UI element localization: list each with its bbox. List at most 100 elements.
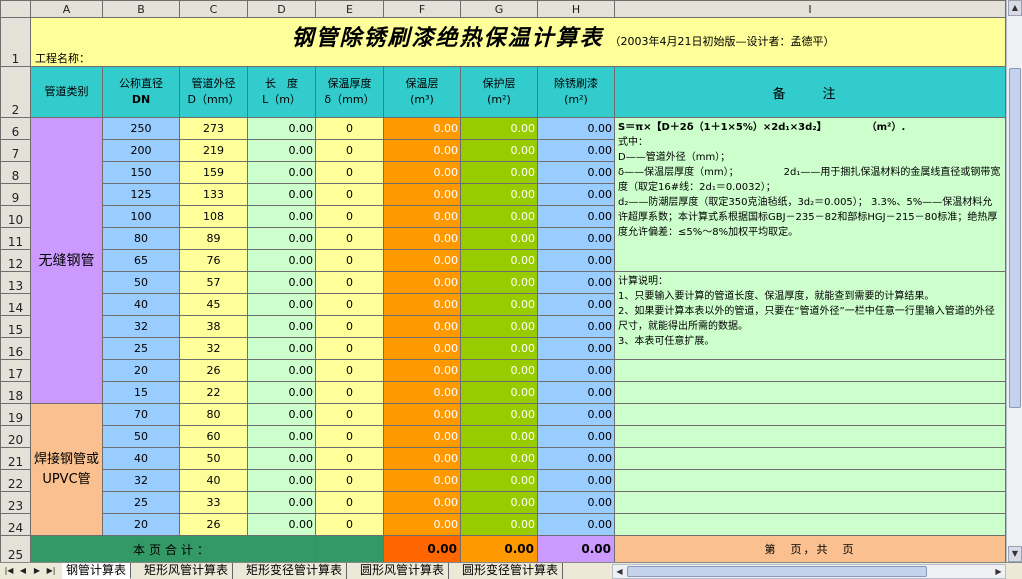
cell-insulation-volume[interactable]: 0.00 — [383, 271, 461, 294]
cell-paint-area[interactable]: 0.00 — [537, 425, 615, 448]
cell-paint-area[interactable]: 0.00 — [537, 381, 615, 404]
row-header[interactable]: 15 — [0, 315, 31, 338]
cell-insulation-volume[interactable]: 0.00 — [383, 359, 461, 382]
cell-remarks[interactable] — [614, 491, 1006, 514]
cell-insulation-volume[interactable]: 0.00 — [383, 227, 461, 250]
row-header[interactable]: 23 — [0, 491, 31, 514]
cell-protective-area[interactable]: 0.00 — [460, 513, 538, 536]
horizontal-scroll-thumb[interactable] — [627, 566, 927, 577]
row-header[interactable]: 11 — [0, 227, 31, 250]
header-remarks[interactable]: 备 注 — [614, 66, 1006, 118]
sheet-tab-round-duct[interactable]: 圆形风管计算表 — [356, 563, 450, 579]
cell-insulation-thickness[interactable]: 0 — [315, 425, 384, 448]
cell-dn[interactable]: 20 — [102, 513, 180, 536]
cell-paint-area[interactable]: 0.00 — [537, 293, 615, 316]
row-header[interactable]: 19 — [0, 403, 31, 426]
sheet-tab-rect-duct[interactable]: 矩形风管计算表 — [140, 563, 234, 579]
cell-outer-diameter[interactable]: 22 — [179, 381, 248, 404]
cell-outer-diameter[interactable]: 80 — [179, 403, 248, 426]
row-header[interactable]: 13 — [0, 271, 31, 294]
cell-outer-diameter[interactable]: 57 — [179, 271, 248, 294]
cell-outer-diameter[interactable]: 45 — [179, 293, 248, 316]
cell-length[interactable]: 0.00 — [247, 513, 316, 536]
cell-protective-area[interactable]: 0.00 — [460, 205, 538, 228]
row-header[interactable]: 18 — [0, 381, 31, 404]
column-header-a[interactable]: A — [30, 0, 103, 18]
remarks-formula-block[interactable]: S＝π×【D＋2δ（1＋1×5%）×2d₁×3d₂】 （m²）. 式中： D——… — [614, 117, 1006, 272]
column-header-c[interactable]: C — [179, 0, 248, 18]
cell-protective-area[interactable]: 0.00 — [460, 161, 538, 184]
header-protective-layer[interactable]: 保护层 (m²) — [460, 66, 538, 118]
cell-insulation-thickness[interactable]: 0 — [315, 271, 384, 294]
cell-length[interactable]: 0.00 — [247, 381, 316, 404]
row-header[interactable]: 22 — [0, 469, 31, 492]
cell-insulation-thickness[interactable]: 0 — [315, 513, 384, 536]
category-seamless-steel[interactable]: 无缝钢管 — [30, 117, 103, 404]
cell-paint-area[interactable]: 0.00 — [537, 469, 615, 492]
column-header-b[interactable]: B — [102, 0, 180, 18]
scroll-up-icon[interactable]: ▲ — [1008, 0, 1022, 16]
page-count[interactable]: 第 页，共 页 — [614, 535, 1006, 562]
cell-insulation-volume[interactable]: 0.00 — [383, 139, 461, 162]
header-od[interactable]: 管道外径 D（mm） — [179, 66, 248, 118]
row-header[interactable]: 2 — [0, 66, 31, 118]
cell-protective-area[interactable]: 0.00 — [460, 491, 538, 514]
cell-outer-diameter[interactable]: 26 — [179, 359, 248, 382]
cell-length[interactable]: 0.00 — [247, 139, 316, 162]
header-dn[interactable]: 公称直径 DN — [102, 66, 180, 118]
remarks-instructions-block[interactable]: 计算说明： 1、只要输入要计算的管道长度、保温厚度，就能查到需要的计算结果。 2… — [614, 271, 1006, 360]
column-header-d[interactable]: D — [247, 0, 316, 18]
cell-remarks[interactable] — [614, 513, 1006, 536]
cell-length[interactable]: 0.00 — [247, 491, 316, 514]
cell-dn[interactable]: 20 — [102, 359, 180, 382]
header-category[interactable]: 管道类别 — [30, 66, 103, 118]
column-header-i[interactable]: I — [614, 0, 1006, 18]
cell-outer-diameter[interactable]: 108 — [179, 205, 248, 228]
cell-protective-area[interactable]: 0.00 — [460, 381, 538, 404]
cell-insulation-volume[interactable]: 0.00 — [383, 161, 461, 184]
summary-protective-total[interactable]: 0.00 — [460, 535, 538, 562]
cell-protective-area[interactable]: 0.00 — [460, 425, 538, 448]
cell-insulation-thickness[interactable]: 0 — [315, 293, 384, 316]
cell-paint-area[interactable]: 0.00 — [537, 359, 615, 382]
cell-protective-area[interactable]: 0.00 — [460, 227, 538, 250]
cell-insulation-thickness[interactable]: 0 — [315, 315, 384, 338]
summary-label[interactable]: 本页合计： — [30, 535, 316, 562]
header-rust-paint[interactable]: 除锈刷漆 (m²) — [537, 66, 615, 118]
cell-outer-diameter[interactable]: 32 — [179, 337, 248, 360]
cell-dn[interactable]: 40 — [102, 447, 180, 470]
cell-insulation-volume[interactable]: 0.00 — [383, 469, 461, 492]
cell-outer-diameter[interactable]: 159 — [179, 161, 248, 184]
cell-dn[interactable]: 200 — [102, 139, 180, 162]
cell-protective-area[interactable]: 0.00 — [460, 117, 538, 140]
cell-length[interactable]: 0.00 — [247, 183, 316, 206]
cell-paint-area[interactable]: 0.00 — [537, 491, 615, 514]
cell-outer-diameter[interactable]: 133 — [179, 183, 248, 206]
cell-paint-area[interactable]: 0.00 — [537, 227, 615, 250]
cell-protective-area[interactable]: 0.00 — [460, 271, 538, 294]
row-header[interactable]: 14 — [0, 293, 31, 316]
row-header[interactable]: 1 — [0, 17, 31, 67]
cell-outer-diameter[interactable]: 219 — [179, 139, 248, 162]
column-header-g[interactable]: G — [460, 0, 538, 18]
cell-paint-area[interactable]: 0.00 — [537, 249, 615, 272]
cell-insulation-volume[interactable]: 0.00 — [383, 293, 461, 316]
cell-insulation-volume[interactable]: 0.00 — [383, 249, 461, 272]
summary-volume-total[interactable]: 0.00 — [383, 535, 461, 562]
cell-paint-area[interactable]: 0.00 — [537, 139, 615, 162]
cell-protective-area[interactable]: 0.00 — [460, 447, 538, 470]
cell-outer-diameter[interactable]: 60 — [179, 425, 248, 448]
cell-outer-diameter[interactable]: 38 — [179, 315, 248, 338]
first-sheet-icon[interactable]: |◀ — [2, 563, 16, 579]
cell-dn[interactable]: 250 — [102, 117, 180, 140]
cell-protective-area[interactable]: 0.00 — [460, 337, 538, 360]
cell-paint-area[interactable]: 0.00 — [537, 271, 615, 294]
row-header[interactable]: 12 — [0, 249, 31, 272]
cell-dn[interactable]: 125 — [102, 183, 180, 206]
row-header[interactable]: 16 — [0, 337, 31, 360]
cell-paint-area[interactable]: 0.00 — [537, 337, 615, 360]
vertical-scrollbar[interactable]: ▲ ▼ — [1006, 0, 1022, 562]
cell-paint-area[interactable]: 0.00 — [537, 205, 615, 228]
cell-insulation-thickness[interactable]: 0 — [315, 469, 384, 492]
cell-insulation-volume[interactable]: 0.00 — [383, 513, 461, 536]
